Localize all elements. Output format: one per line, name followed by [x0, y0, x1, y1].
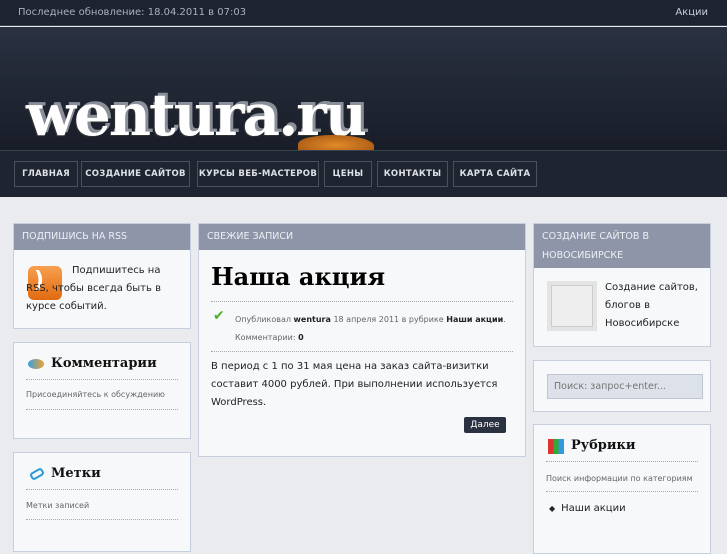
top-link-promos[interactable]: Акции: [675, 7, 708, 18]
rss-text: Подпишитесь на RSS, чтобы всегда быть в …: [26, 265, 161, 312]
nav-site-creation[interactable]: СОЗДАНИЕ САЙТОВ: [81, 161, 190, 187]
post-comments: Комментарии: 0: [235, 333, 304, 342]
post-author[interactable]: wentura: [294, 315, 331, 324]
last-update: Последнее обновление: 18.04.2011 в 07:03: [18, 7, 247, 18]
promo-image: [547, 281, 597, 331]
widget-title: ПОДПИШИСЬ НА RSS: [14, 224, 190, 250]
post-category[interactable]: Наши акции: [446, 315, 503, 324]
nav-prices[interactable]: ЦЕНЫ: [324, 161, 372, 187]
widget-title: Метки: [51, 466, 101, 481]
top-bar: Последнее обновление: 18.04.2011 в 07:03…: [0, 0, 727, 26]
recent-posts: СВЕЖИЕ ЗАПИСИ Наша акция ✔ Опубликовал w…: [198, 223, 526, 457]
tag-icon: [28, 467, 46, 481]
nav-contacts[interactable]: КОНТАКТЫ: [377, 161, 448, 187]
post-meta: Опубликовал wentura 18 апреля 2011 в руб…: [235, 315, 506, 324]
search-input[interactable]: [547, 374, 703, 399]
comments-widget: Комментарии Присоединяйтесь к обсуждению: [13, 342, 191, 439]
comments-icon: [28, 359, 44, 369]
widget-title: Комментарии: [51, 356, 157, 371]
bullet-icon: ◆: [549, 504, 556, 513]
check-icon: ✔: [213, 308, 225, 324]
main-nav: ГЛАВНАЯ СОЗДАНИЕ САЙТОВ КУРСЫ ВЕБ-МАСТЕР…: [0, 150, 727, 197]
widget-title: Рубрики: [571, 438, 636, 453]
rubrics-text: Поиск информации по категориям: [546, 474, 693, 483]
rubrics-widget: Рубрики Поиск информации по категориям ◆…: [533, 424, 711, 554]
search-widget: [533, 360, 711, 412]
nav-home[interactable]: ГЛАВНАЯ: [14, 161, 78, 187]
folders-icon: [548, 439, 564, 454]
read-more-button[interactable]: Далее: [464, 417, 506, 433]
promo-text: Создание сайтов, блогов в Новосибирске: [605, 282, 698, 329]
widget-title: СОЗДАНИЕ САЙТОВ В НОВОСИБИРСКЕ: [534, 224, 710, 268]
header: wentura.ru: [0, 27, 727, 155]
tags-widget: Метки Метки записей: [13, 452, 191, 552]
promo-widget: СОЗДАНИЕ САЙТОВ В НОВОСИБИРСКЕ Создание …: [533, 223, 711, 347]
post-body: В период с 1 по 31 мая цена на заказ сай…: [211, 361, 498, 408]
rubric-item[interactable]: ◆ Наши акции: [549, 503, 626, 514]
comments-text: Присоединяйтесь к обсуждению: [26, 390, 165, 399]
tags-text: Метки записей: [26, 501, 90, 510]
nav-courses[interactable]: КУРСЫ ВЕБ-МАСТЕРОВ: [197, 161, 319, 187]
post-title[interactable]: Наша акция: [211, 262, 385, 291]
nav-sitemap[interactable]: КАРТА САЙТА: [453, 161, 537, 187]
section-title: СВЕЖИЕ ЗАПИСИ: [199, 224, 525, 250]
rss-widget: ПОДПИШИСЬ НА RSS ) Подпишитесь на RSS, ч…: [13, 223, 191, 329]
